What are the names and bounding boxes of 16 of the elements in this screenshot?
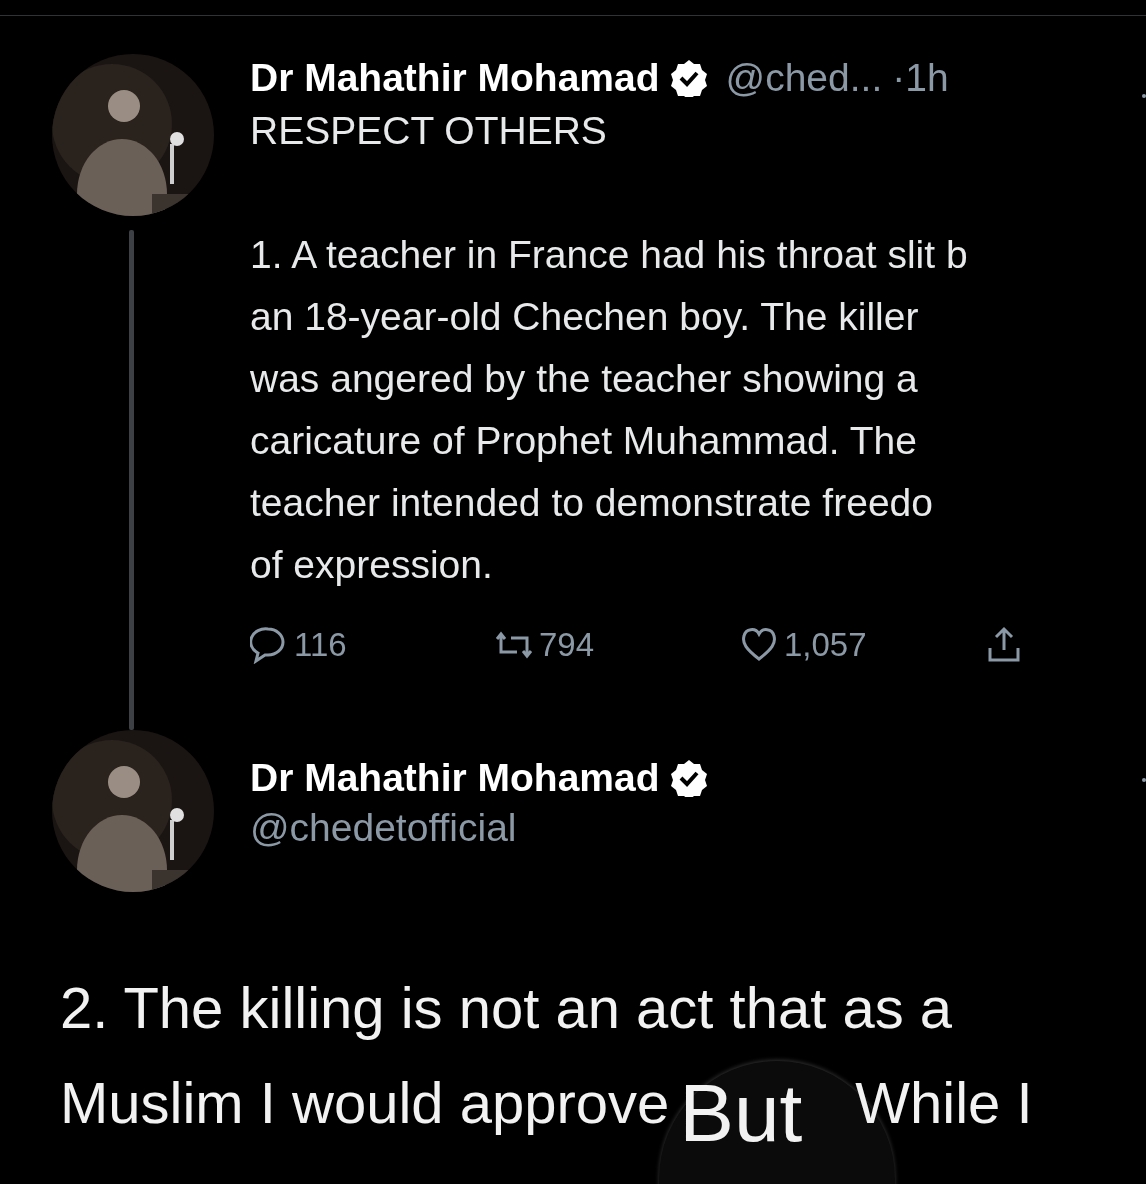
menu-dot-icon [1142, 778, 1146, 782]
tweet-title: RESPECT OTHERS [250, 108, 608, 154]
author-handle: @chedetofficial [250, 806, 518, 850]
author-handle: @ched... [725, 56, 883, 100]
menu-dot-icon [1142, 94, 1146, 98]
timestamp: ·1h [892, 56, 949, 100]
tweet-text: 1. A teacher in France had his throat slit b an 18-year-old Chechen boy. The killer was angered by the teacher showing a caricature of Prophet Muhammad. The teacher intended to demonstrate freedo of expression. [250, 232, 969, 588]
count: 1,057 [784, 626, 867, 664]
tweet-text: 2. The killing is not an act that as a [60, 974, 952, 1041]
tweet-text: Muslim I would approve [60, 1069, 670, 1136]
author-name: Dr Mahathir Mohamad [250, 56, 660, 100]
tweet-text: While I [855, 1069, 1033, 1136]
author-name: Dr Mahathir Mohamad [250, 756, 660, 800]
count: 794 [539, 626, 595, 664]
count: 116 [294, 626, 347, 664]
heart-icon [740, 626, 778, 664]
